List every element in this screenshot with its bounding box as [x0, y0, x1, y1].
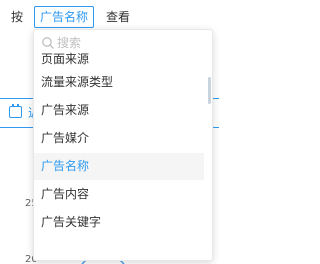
dimension-option-selected[interactable]: 广告名称: [34, 153, 204, 180]
view-by-suffix: 查看: [106, 10, 131, 24]
page: 按 广告名称 查看 近 25 20 搜索 页面来源 流量来源类型 广告来源 广告…: [0, 0, 219, 264]
dimension-option[interactable]: 流量来源类型: [34, 69, 204, 96]
dropdown-scrollbar[interactable]: [208, 77, 211, 104]
dimension-option[interactable]: 广告关键字: [34, 209, 204, 236]
dimension-option[interactable]: 广告内容: [34, 181, 204, 208]
dimension-option[interactable]: 广告来源: [34, 97, 204, 124]
dimension-dropdown: 搜索 页面来源 流量来源类型 广告来源 广告媒介 广告名称 广告内容 广告关键字: [33, 29, 213, 261]
calendar-icon: [9, 104, 22, 118]
search-icon: [42, 37, 54, 49]
dimension-options: 页面来源 流量来源类型 广告来源 广告媒介 广告名称 广告内容 广告关键字: [34, 50, 204, 237]
dimension-option[interactable]: 广告媒介: [34, 125, 204, 152]
dimension-option[interactable]: 页面来源: [34, 50, 204, 68]
view-by-toolbar: 按 广告名称 查看: [0, 6, 219, 28]
view-by-prefix: 按: [11, 10, 24, 24]
dimension-select[interactable]: 广告名称: [34, 6, 95, 28]
